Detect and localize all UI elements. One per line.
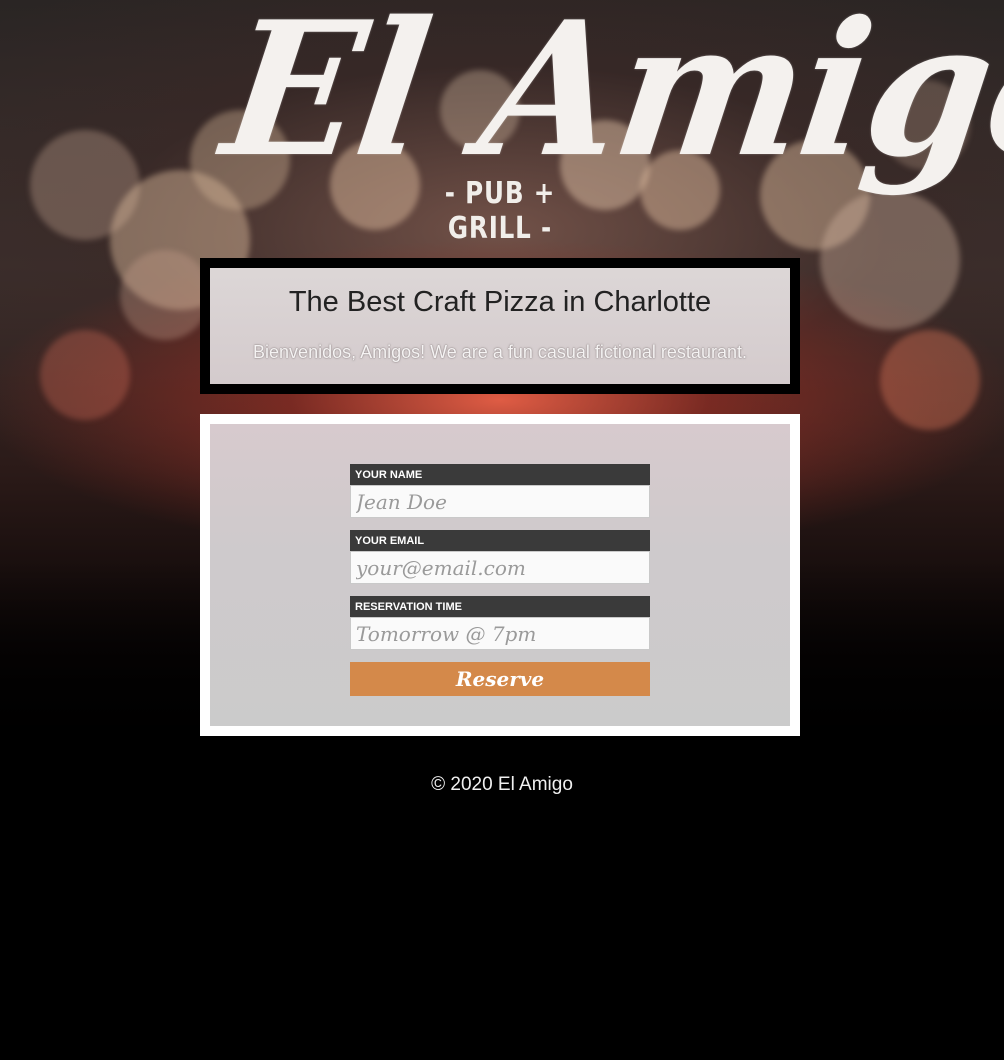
name-field-group: YOUR NAME [350,464,650,518]
hero-subtitle: Bienvenidos, Amigos! We are a fun casual… [253,342,747,362]
reservation-time-field-label: RESERVATION TIME [350,596,650,617]
reservation-time-input[interactable] [350,617,650,650]
reservation-form-frame: YOUR NAME YOUR EMAIL RESERVATION TIME Re… [200,414,800,736]
hero-banner: The Best Craft Pizza in Charlotte Bienve… [200,258,800,394]
footer-copyright: © 2020 El Amigo [431,774,573,795]
email-input[interactable] [350,551,650,584]
reserve-button[interactable]: Reserve [350,662,650,696]
page: El Amigo - PUB + GRILL - The Best Craft … [0,0,1004,1060]
name-field-label: YOUR NAME [350,464,650,485]
reservation-time-field-group: RESERVATION TIME [350,596,650,650]
email-field-label: YOUR EMAIL [350,530,650,551]
hero-title: The Best Craft Pizza in Charlotte [288,286,712,318]
name-input[interactable] [350,485,650,518]
email-field-group: YOUR EMAIL [350,530,650,584]
logo[interactable]: El Amigo - PUB + GRILL - [0,0,1004,250]
reservation-form: YOUR NAME YOUR EMAIL RESERVATION TIME Re… [210,424,790,726]
logo-tagline: - PUB + GRILL - [444,176,556,246]
hero-panel: The Best Craft Pizza in Charlotte Bienve… [210,268,790,384]
